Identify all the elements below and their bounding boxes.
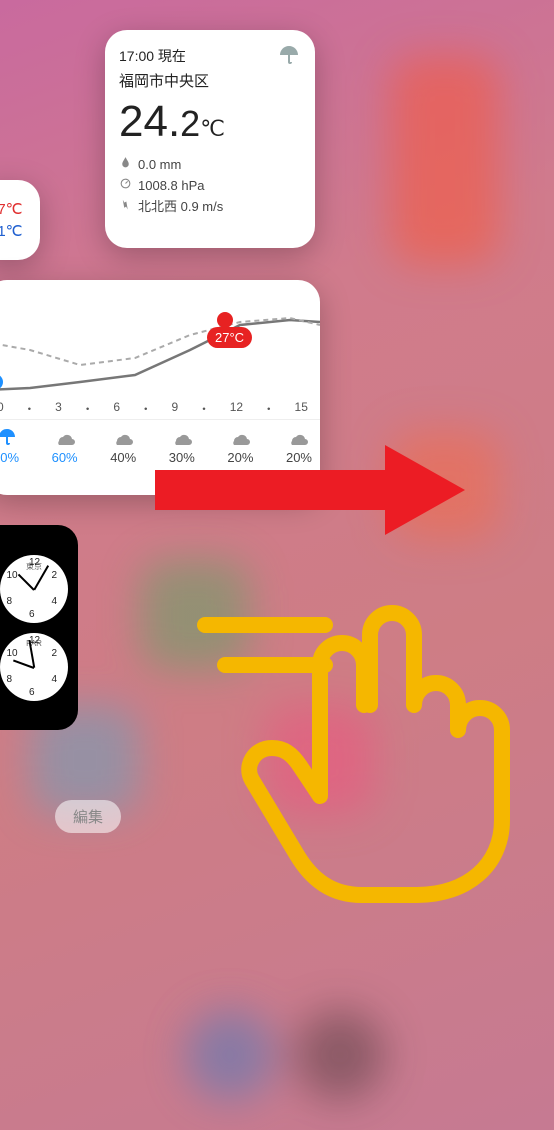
clock-tokyo: 東京 12246810 bbox=[0, 555, 68, 623]
edit-button[interactable]: 編集 bbox=[55, 800, 121, 833]
forecast-hours: 0・3・6・9・12・15 bbox=[0, 400, 320, 417]
swipe-hand-icon bbox=[195, 595, 525, 905]
cloud-icon bbox=[286, 426, 310, 446]
wind-icon bbox=[119, 197, 132, 218]
high-temp: 27℃ bbox=[0, 200, 36, 218]
umbrella-icon bbox=[277, 44, 301, 68]
swipe-right-arrow bbox=[155, 445, 465, 535]
peak-temp-badge: 27°C bbox=[207, 327, 252, 348]
cloud-icon bbox=[228, 426, 252, 446]
cloud-icon bbox=[111, 426, 135, 446]
umbrella-icon bbox=[0, 426, 19, 446]
forecast-icons-row bbox=[0, 426, 320, 446]
cloud-icon bbox=[53, 426, 77, 446]
temp-small-widget[interactable]: 27℃ 21℃ bbox=[0, 180, 40, 260]
weather-widget[interactable]: 17:00 現在 福岡市中央区 24.2℃ 0.0 mm 1008.8 hPa … bbox=[105, 30, 315, 248]
droplet-icon bbox=[119, 155, 132, 176]
forecast-chart: C 27°C 0・3・6・9・12・15 bbox=[0, 280, 320, 420]
weather-location: 福岡市中央区 bbox=[119, 70, 301, 91]
pressure-icon bbox=[119, 176, 132, 197]
weather-time: 17:00 現在 bbox=[119, 46, 186, 66]
cloud-icon bbox=[170, 426, 194, 446]
weather-temperature: 24.2℃ bbox=[119, 97, 301, 147]
clock-paris: PAR 12246810 bbox=[0, 633, 68, 701]
world-clock-widget[interactable]: 東京 12246810 PAR 12246810 bbox=[0, 525, 78, 730]
low-temp: 21℃ bbox=[0, 222, 36, 240]
weather-details: 0.0 mm 1008.8 hPa 北北西 0.9 m/s bbox=[119, 155, 301, 217]
